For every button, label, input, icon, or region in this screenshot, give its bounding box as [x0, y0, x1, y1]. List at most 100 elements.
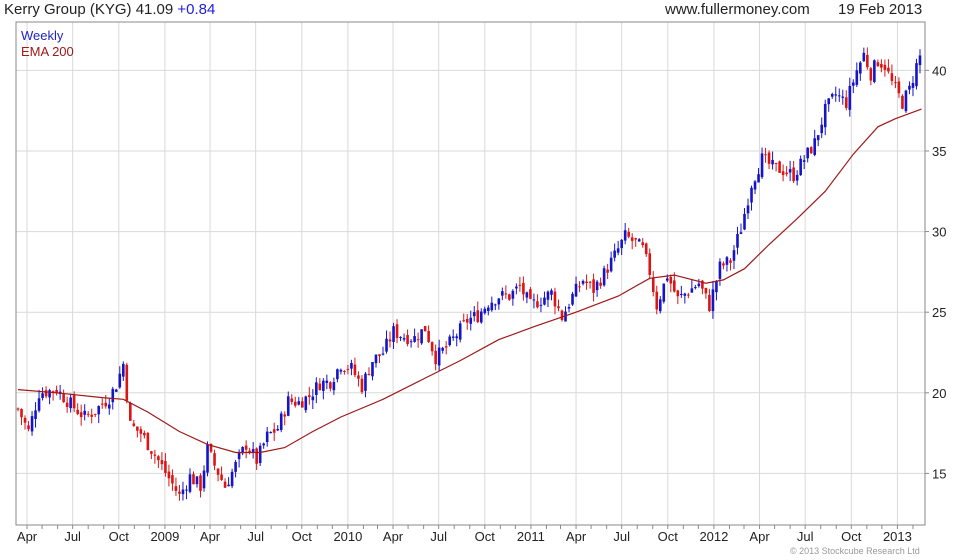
candle-up: [813, 138, 816, 155]
candle-up: [532, 299, 536, 301]
candle-up: [743, 213, 746, 230]
candle-down: [244, 445, 248, 450]
candle-down: [160, 460, 164, 465]
candle-up: [571, 293, 574, 305]
x-tick-label: Jul: [430, 529, 447, 544]
candle-up: [525, 292, 529, 298]
candle-down: [416, 339, 420, 341]
candle-down: [606, 269, 609, 273]
x-tick-label: Oct: [292, 529, 313, 544]
x-tick-label: Oct: [658, 529, 679, 544]
candle-down: [585, 281, 588, 284]
candle-down: [588, 281, 592, 283]
candle-up: [34, 410, 37, 420]
candle-up: [602, 268, 606, 286]
candle-up: [479, 311, 483, 323]
candle-down: [357, 375, 360, 379]
candle-up: [806, 147, 809, 159]
y-tick-label: 25: [932, 305, 946, 320]
candle-down: [529, 289, 532, 299]
candle-up: [107, 404, 111, 409]
candle-up: [297, 401, 301, 405]
candle-up: [114, 389, 118, 392]
candle-up: [760, 153, 764, 178]
candle-up: [918, 55, 922, 66]
candle-up: [574, 283, 578, 297]
candle-up: [311, 396, 315, 401]
candle-down: [132, 423, 136, 426]
candle-down: [367, 373, 371, 375]
candle-up: [788, 169, 792, 173]
y-tick-label: 30: [932, 225, 946, 240]
candle-down: [504, 293, 508, 295]
candle-down: [100, 403, 104, 405]
candle-down: [557, 306, 560, 309]
candle-down: [792, 167, 795, 182]
candle-up: [497, 298, 501, 305]
x-tick-label: Oct: [109, 529, 130, 544]
candle-up: [441, 347, 444, 351]
candle-down: [65, 402, 69, 408]
candle-up: [339, 369, 343, 372]
candle-up: [816, 135, 820, 141]
candle-up: [567, 307, 571, 309]
candle-down: [388, 339, 392, 342]
y-tick-label: 35: [932, 144, 946, 159]
candle-up: [413, 336, 416, 342]
candle-up: [121, 363, 125, 377]
candle-up: [613, 250, 616, 258]
candle-up: [486, 307, 490, 311]
candle-up: [83, 410, 86, 415]
candle-down: [704, 287, 708, 294]
candle-down: [785, 172, 788, 175]
candle-up: [325, 380, 329, 383]
candle-down: [722, 263, 725, 266]
candle-up: [904, 90, 908, 112]
candle-up: [757, 174, 760, 183]
candlestick-chart: 15 20 25 30 35 40 Apr Jul Oct 2009 Apr Jul Oct 2010 Ap…: [15, 21, 946, 544]
candle-down: [634, 238, 638, 240]
candle-down: [167, 471, 171, 479]
candle-down: [876, 62, 880, 67]
candle-down: [272, 429, 276, 433]
candle-up: [392, 326, 395, 342]
candle-up: [322, 380, 325, 391]
candle-down: [76, 409, 79, 414]
candle-down: [104, 402, 108, 407]
candle-down: [887, 67, 890, 72]
candle-down: [427, 330, 430, 342]
candle-up: [227, 484, 230, 487]
candle-down: [866, 54, 869, 68]
candle-down: [809, 147, 813, 154]
candle-up: [515, 286, 518, 289]
candle-down: [174, 486, 178, 491]
legend-ema-200: EMA 200: [21, 44, 74, 59]
x-tick-label: Apr: [383, 529, 404, 544]
x-tick-label: Oct: [841, 529, 862, 544]
candle-down: [353, 364, 357, 376]
candle-up: [837, 95, 841, 97]
candle-down: [462, 320, 466, 322]
candle-down: [20, 409, 23, 418]
candle-up: [620, 239, 623, 249]
candle-down: [767, 152, 771, 164]
copyright-notice: © 2013 Stockcube Research Ltd: [790, 546, 920, 556]
candle-up: [30, 416, 34, 432]
candle-down: [93, 413, 97, 415]
candle-down: [444, 346, 448, 348]
candle-up: [188, 474, 192, 492]
candle-down: [255, 448, 258, 464]
candle-down: [178, 491, 181, 494]
candle-down: [599, 282, 602, 286]
candle-down: [146, 432, 150, 450]
candle-down: [423, 326, 427, 332]
candle-up: [402, 338, 406, 340]
candle-up: [364, 373, 367, 391]
candle-up: [802, 160, 806, 162]
candle-up: [750, 187, 753, 203]
candle-down: [27, 425, 30, 430]
candle-up: [862, 52, 866, 62]
candle-down: [687, 294, 690, 296]
candle-down: [360, 378, 364, 393]
candle-up: [694, 287, 697, 289]
